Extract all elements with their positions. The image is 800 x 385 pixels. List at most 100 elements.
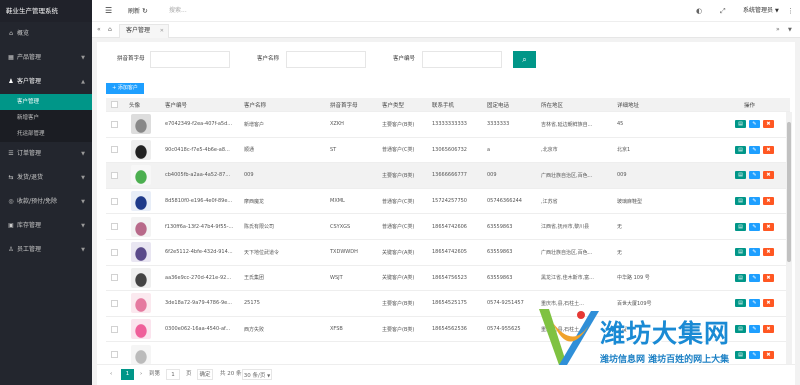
search-button[interactable]: ⌕ <box>513 51 536 68</box>
table-row[interactable]: cb4005fb-a2aa-4a52-87... 009 主要客户(B类) 13666… <box>106 163 790 189</box>
cell-region: ,北京市 <box>541 147 558 154</box>
edit-button[interactable]: ✎ <box>749 171 760 180</box>
prev-page-icon[interactable]: ‹ <box>110 369 112 380</box>
sidebar-item-payments[interactable]: ◎ 收款/预付/免除 ▼ <box>0 190 92 214</box>
code-label: 客户编号 <box>393 56 416 62</box>
sidebar-item-shipping[interactable]: ⇆ 发货/退货 ▼ <box>0 166 92 190</box>
row-checkbox-cell[interactable] <box>108 138 122 163</box>
row-checkbox[interactable] <box>111 325 118 333</box>
delete-button[interactable]: ✖ <box>763 120 774 129</box>
edit-button[interactable]: ✎ <box>749 222 760 231</box>
caret-down-icon: ▼ <box>267 373 271 378</box>
cell-address: 中华路 109 号 <box>617 275 650 282</box>
tab-home-icon[interactable]: ⌂ <box>108 22 112 38</box>
user-name: 系统管理员 <box>743 7 774 14</box>
row-checkbox[interactable] <box>111 197 118 205</box>
cell-code: 8d5810f0-e196-4e0f-89e... <box>165 198 233 205</box>
delete-button[interactable]: ✖ <box>763 171 774 180</box>
sidebar-subitem-add-customer[interactable]: 新增客户 <box>0 110 92 126</box>
row-checkbox-cell[interactable] <box>108 189 122 214</box>
row-checkbox-cell[interactable] <box>108 240 122 265</box>
goto-confirm-button[interactable]: 确定 <box>197 369 213 380</box>
cell-name: 25175 <box>244 300 260 307</box>
add-customer-label: 添加客户 <box>117 85 138 91</box>
search-input[interactable]: 搜索... <box>169 0 187 22</box>
close-icon[interactable]: ✕ <box>160 25 164 37</box>
add-customer-button[interactable]: + 添加客户 <box>106 83 144 94</box>
row-checkbox-cell[interactable] <box>108 163 122 188</box>
watermark-logo <box>539 309 599 365</box>
table-row[interactable]: aa36e9cc-270d-421e-92... 王氏集团 WSJT 关键客户(A类)… <box>106 265 790 292</box>
watermark-subtitle: 潍坊信息网 潍坊百姓的网上大集 <box>600 355 730 365</box>
row-checkbox-cell[interactable] <box>108 214 122 239</box>
edit-button[interactable]: ✎ <box>749 197 760 206</box>
row-checkbox[interactable] <box>111 248 118 256</box>
row-checkbox[interactable] <box>111 171 118 179</box>
menu-icon[interactable]: ☰ <box>105 0 112 22</box>
user-menu[interactable]: 系统管理员 ▼ <box>743 0 779 22</box>
view-button[interactable]: ▤ <box>735 273 746 282</box>
row-checkbox-cell[interactable] <box>108 291 122 316</box>
delete-button[interactable]: ✖ <box>763 273 774 282</box>
delete-button[interactable]: ✖ <box>763 145 774 154</box>
sidebar-item-inventory[interactable]: ▣ 库存管理 ▼ <box>0 214 92 238</box>
row-checkbox-cell[interactable] <box>108 112 122 137</box>
view-button[interactable]: ▤ <box>735 145 746 154</box>
view-button[interactable]: ▤ <box>735 248 746 257</box>
tab-menu-icon[interactable]: ▼ <box>788 22 792 38</box>
row-checkbox[interactable] <box>111 146 118 154</box>
sidebar-item-overview[interactable]: ⌂ 概览 <box>0 22 92 46</box>
row-checkbox-cell[interactable] <box>108 266 122 291</box>
code-input[interactable] <box>422 51 502 68</box>
row-checkbox-cell[interactable] <box>108 317 122 342</box>
view-button[interactable]: ▤ <box>735 120 746 129</box>
delete-button[interactable]: ✖ <box>763 197 774 206</box>
view-button[interactable]: ▤ <box>735 171 746 180</box>
sidebar-item-customers[interactable]: ♟ 客户管理 ▲ <box>0 70 92 94</box>
view-button[interactable]: ▤ <box>735 222 746 231</box>
tab-next-icon[interactable]: » <box>776 22 780 38</box>
row-checkbox[interactable] <box>111 274 118 282</box>
sidebar-subitem-shipping-dept[interactable]: 托运部管理 <box>0 126 92 142</box>
row-checkbox[interactable] <box>111 351 118 359</box>
checkbox[interactable] <box>111 101 118 108</box>
name-input[interactable] <box>286 51 366 68</box>
table-row[interactable]: e7042349-f2ea-407f-a5d... 新增客户 XZKH 主要客户(B类… <box>106 112 790 138</box>
sidebar-item-orders[interactable]: ☰ 订单管理 ▼ <box>0 142 92 166</box>
theme-icon[interactable]: ◐ <box>696 0 702 22</box>
row-checkbox[interactable] <box>111 223 118 231</box>
refresh-button[interactable]: 刷新 ↻ <box>128 0 148 23</box>
page-size-select[interactable]: 30 条/页 ▼ <box>242 369 272 380</box>
fullscreen-icon[interactable]: ⤢ <box>720 0 726 22</box>
edit-button[interactable]: ✎ <box>749 120 760 129</box>
table-row[interactable]: 90c0418c-f7e5-4b6e-a8... 顺通 ST 普通客户(C类) 1306… <box>106 137 790 164</box>
more-icon[interactable]: ⋮ <box>787 0 794 22</box>
tab-prev-icon[interactable]: « <box>97 22 101 38</box>
page-current[interactable]: 1 <box>121 369 134 380</box>
delete-button[interactable]: ✖ <box>763 248 774 257</box>
pinyin-input[interactable] <box>150 51 230 68</box>
cell-type: 主要客户(B类) <box>382 326 415 333</box>
row-checkbox[interactable] <box>111 299 118 307</box>
tab-customer-manage[interactable]: 客户管理 ✕ <box>119 24 169 38</box>
watermark: 潍坊大集网 潍坊信息网 潍坊百姓的网上大集 <box>530 298 800 385</box>
select-all-checkbox[interactable] <box>108 98 122 111</box>
tab-bar: « ⌂ 客户管理 ✕ » ▼ <box>92 22 800 38</box>
table-row[interactable]: 8d5810f0-e196-4e0f-89e... 摩西魔龙 MXML 普通客户(C类… <box>106 188 790 215</box>
table-row[interactable]: 6f2e5112-4bfe-432d-914... 天下地位武道令 TXDWWDH 关… <box>106 239 790 266</box>
table-row[interactable]: f130ff6a-13f2-47b4-9f55-... 陈氏有限公司 CSYXGS 普… <box>106 214 790 240</box>
sidebar-item-staff[interactable]: ♙ 员工管理 ▼ <box>0 238 92 262</box>
col-actions: 操作 <box>744 102 756 109</box>
cell-region: 吉林省,延边朝鲜族自... <box>541 121 593 128</box>
edit-button[interactable]: ✎ <box>749 145 760 154</box>
goto-input[interactable]: 1 <box>166 369 180 380</box>
delete-button[interactable]: ✖ <box>763 222 774 231</box>
edit-button[interactable]: ✎ <box>749 248 760 257</box>
scrollbar-thumb[interactable] <box>787 122 791 262</box>
sidebar-subitem-customer-manage[interactable]: 客户管理 <box>0 94 92 110</box>
row-checkbox[interactable] <box>111 120 118 128</box>
next-page-icon[interactable]: › <box>140 369 142 380</box>
sidebar-item-products[interactable]: ▦ 产品管理 ▼ <box>0 46 92 70</box>
edit-button[interactable]: ✎ <box>749 273 760 282</box>
view-button[interactable]: ▤ <box>735 197 746 206</box>
